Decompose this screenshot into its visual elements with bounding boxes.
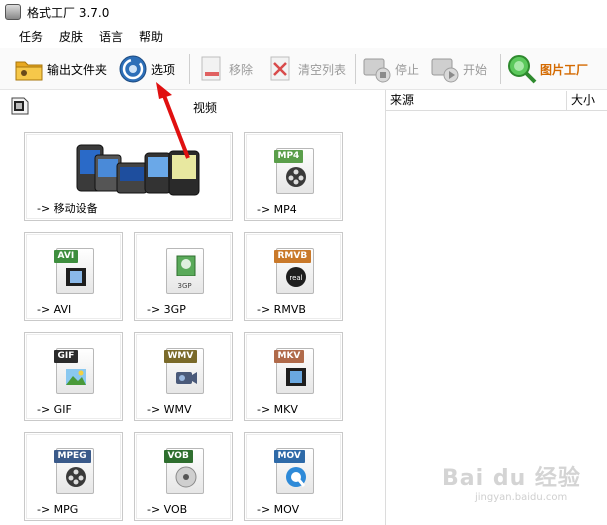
menu-bar: 任务 皮肤 语言 帮助 xyxy=(0,26,607,46)
magnifier-globe-icon xyxy=(507,54,537,84)
output-folder-button[interactable]: 输出文件夹 xyxy=(14,52,107,86)
tile-label: -> 3GP xyxy=(147,303,186,316)
video-category-icon[interactable] xyxy=(10,94,30,116)
clear-list-button[interactable]: 清空列表 xyxy=(265,52,346,86)
3gp-file-icon: 3GP xyxy=(162,246,206,296)
start-label: 开始 xyxy=(463,62,488,77)
column-header-size[interactable]: 大小 xyxy=(567,91,595,110)
tile-3gp[interactable]: 3GP -> 3GP xyxy=(134,232,233,321)
baidu-watermark: Bai du 经验 jingyan.baidu.com xyxy=(442,452,602,522)
tile-label: -> MOV xyxy=(257,503,300,516)
stop-icon xyxy=(362,54,392,84)
toolbar: 输出文件夹 选项 移除 清空列表 停止 开始 图片工厂 xyxy=(0,48,607,90)
category-label: 视频 xyxy=(193,101,218,115)
avi-file-icon: AVI xyxy=(52,246,96,296)
conversion-panel: 视频 -> 移动设备 MP4 -> MP4 AVI -> AVI 3GP -> … xyxy=(0,90,383,525)
format-tag: VOB xyxy=(163,450,193,463)
column-header-source[interactable]: 来源 xyxy=(386,91,567,110)
tile-rmvb[interactable]: RMVB real -> RMVB xyxy=(244,232,343,321)
tile-label: -> RMVB xyxy=(257,303,306,316)
tile-label: -> MP4 xyxy=(257,203,297,216)
wmv-file-icon: WMV xyxy=(162,346,206,396)
picture-factory-button[interactable]: 图片工厂 xyxy=(507,52,588,86)
format-tag: MP4 xyxy=(273,150,304,163)
menu-language[interactable]: 语言 xyxy=(91,28,131,45)
format-tag: WMV xyxy=(163,350,198,363)
list-header: 来源 大小 xyxy=(386,91,607,111)
options-button[interactable]: 选项 xyxy=(118,52,175,86)
remove-document-icon xyxy=(196,54,226,84)
tile-label: -> GIF xyxy=(37,403,72,416)
tile-avi[interactable]: AVI -> AVI xyxy=(24,232,123,321)
mpeg-file-icon: MPEG xyxy=(52,446,96,496)
tile-label: -> VOB xyxy=(147,503,188,516)
clear-list-icon xyxy=(265,54,295,84)
output-folder-label: 输出文件夹 xyxy=(47,62,108,77)
format-tag: 3GP xyxy=(177,282,192,290)
format-tag: RMVB xyxy=(273,250,312,263)
tile-mp4[interactable]: MP4 -> MP4 xyxy=(244,132,343,221)
watermark-logo: Bai du 经验 xyxy=(442,466,581,491)
mkv-file-icon: MKV xyxy=(272,346,316,396)
tile-label: -> MKV xyxy=(257,403,298,416)
stop-label: 停止 xyxy=(395,62,420,77)
format-tag: GIF xyxy=(53,350,79,363)
toolbar-separator xyxy=(189,54,190,84)
format-tag: AVI xyxy=(53,250,79,263)
folder-icon xyxy=(14,54,44,84)
options-label: 选项 xyxy=(151,62,176,77)
remove-label: 移除 xyxy=(229,62,254,77)
tile-wmv[interactable]: WMV -> WMV xyxy=(134,332,233,421)
window-title: 格式工厂 3.7.0 xyxy=(27,5,110,20)
start-button[interactable]: 开始 xyxy=(430,52,487,86)
tile-gif[interactable]: GIF -> GIF xyxy=(24,332,123,421)
options-gear-icon xyxy=(118,54,148,84)
format-tag: MKV xyxy=(273,350,305,363)
svg-text:real: real xyxy=(289,274,302,282)
tile-label: -> WMV xyxy=(147,403,192,416)
watermark-url: jingyan.baidu.com xyxy=(475,492,568,503)
tile-mobile-device[interactable]: -> 移动设备 xyxy=(24,132,233,221)
mp4-file-icon: MP4 xyxy=(272,146,316,196)
menu-task[interactable]: 任务 xyxy=(11,28,51,45)
tile-label: -> MPG xyxy=(37,503,79,516)
format-tag: MPEG xyxy=(53,450,91,463)
clear-list-label: 清空列表 xyxy=(298,62,347,77)
gif-file-icon: GIF xyxy=(52,346,96,396)
tile-mkv[interactable]: MKV -> MKV xyxy=(244,332,343,421)
start-icon xyxy=(430,54,460,84)
toolbar-separator xyxy=(355,54,356,84)
mobile-devices-icon xyxy=(49,141,209,202)
toolbar-separator xyxy=(500,54,501,84)
stop-button[interactable]: 停止 xyxy=(362,52,419,86)
tile-vob[interactable]: VOB -> VOB xyxy=(134,432,233,521)
tile-label: -> 移动设备 xyxy=(37,202,98,215)
tile-mov[interactable]: MOV -> MOV xyxy=(244,432,343,521)
menu-skin[interactable]: 皮肤 xyxy=(51,28,91,45)
tile-label: -> AVI xyxy=(37,303,72,316)
mov-file-icon: MOV xyxy=(272,446,316,496)
title-bar: 格式工厂 3.7.0 xyxy=(0,0,607,24)
menu-help[interactable]: 帮助 xyxy=(131,28,171,45)
app-icon xyxy=(5,4,21,20)
picture-factory-label: 图片工厂 xyxy=(540,62,589,77)
tile-mpg[interactable]: MPEG -> MPG xyxy=(24,432,123,521)
format-tag: MOV xyxy=(273,450,305,463)
rmvb-file-icon: RMVB real xyxy=(272,246,316,296)
remove-button[interactable]: 移除 xyxy=(196,52,253,86)
vob-file-icon: VOB xyxy=(162,446,206,496)
